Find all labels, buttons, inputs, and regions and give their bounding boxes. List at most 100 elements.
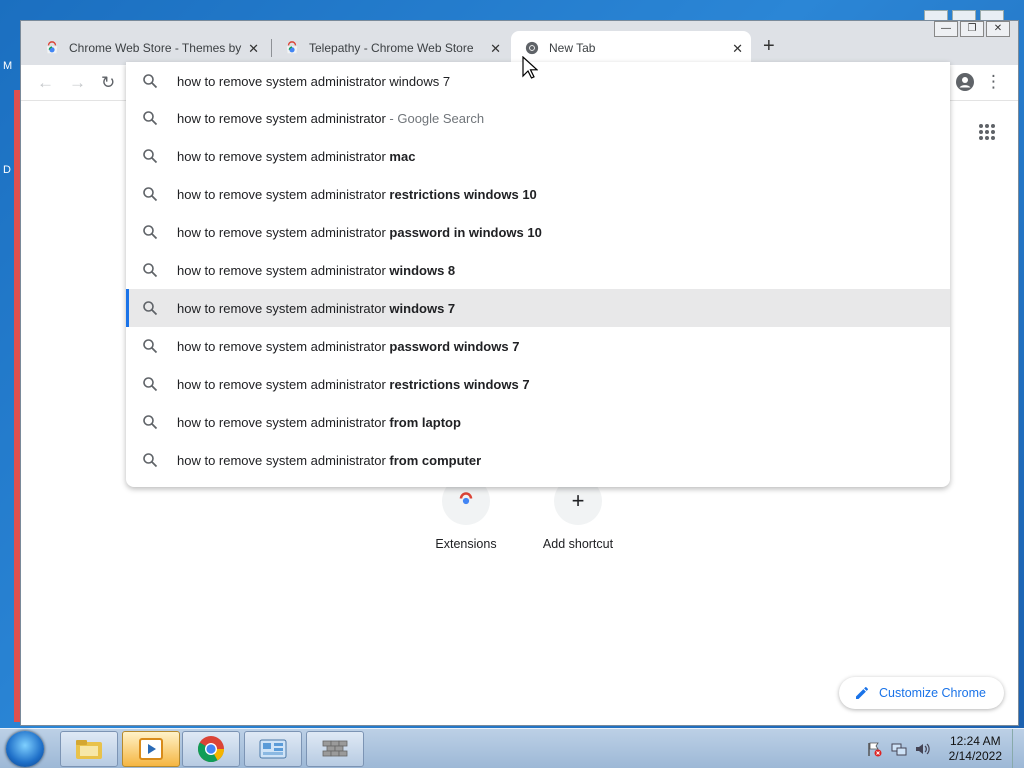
reload-icon[interactable]: ↻ — [101, 73, 115, 93]
forward-arrow-icon[interactable]: → — [69, 73, 86, 93]
omnibox-suggestion[interactable]: how to remove system administrator - Goo… — [126, 99, 950, 137]
suggestion-text: how to remove system administrator passw… — [177, 339, 519, 354]
search-icon — [143, 187, 158, 202]
taskbar-media-player[interactable] — [122, 731, 180, 767]
taskbar-chrome[interactable] — [182, 731, 240, 767]
suggestion-text: how to remove system administrator passw… — [177, 225, 542, 240]
suggestion-query: how to remove system administrator — [177, 414, 390, 430]
brick-wall-icon — [322, 740, 348, 757]
show-desktop-button[interactable] — [1012, 729, 1024, 768]
control-panel-icon — [259, 739, 287, 759]
search-icon — [143, 74, 158, 89]
clock-date: 2/14/2022 — [948, 749, 1002, 763]
back-arrow-icon[interactable]: ← — [37, 73, 54, 93]
omnibox-suggestion[interactable]: how to remove system administrator restr… — [126, 175, 950, 213]
clock-time: 12:24 AM — [949, 734, 1001, 748]
suggestion-query: how to remove system administrator — [177, 224, 390, 240]
search-icon — [143, 225, 158, 240]
new-tab-plus-icon[interactable]: + — [763, 35, 775, 58]
shortcut-label: Extensions — [435, 537, 497, 551]
suggestion-completion: windows 8 — [389, 262, 456, 278]
suggestion-text: how to remove system administrator windo… — [177, 301, 455, 316]
tab-new-tab[interactable]: New Tab ✕ — [511, 31, 751, 65]
search-icon — [143, 301, 158, 316]
desktop-icon-label-m: M — [3, 60, 13, 72]
search-icon — [143, 263, 158, 278]
suggestion-query: how to remove system administrator — [177, 186, 390, 202]
tab-title: Telepathy - Chrome Web Store — [309, 41, 474, 55]
suggestion-text: how to remove system administrator mac — [177, 149, 415, 164]
suggestion-query: how to remove system administrator — [177, 148, 390, 164]
omnibox-suggestion[interactable]: how to remove system administrator windo… — [126, 251, 950, 289]
start-button-icon[interactable] — [6, 731, 44, 767]
shortcut-label: Add shortcut — [542, 537, 614, 551]
omnibox-suggestions-dropdown: how to remove system administrator windo… — [126, 62, 950, 487]
suggestion-query: how to remove system administrator — [177, 338, 390, 354]
system-clock[interactable]: 12:24 AM 2/14/2022 — [949, 734, 1002, 764]
suggestion-text: how to remove system administrator - Goo… — [177, 111, 484, 126]
suggestion-completion: windows 7 — [389, 300, 456, 316]
suggestion-completion: restrictions windows 10 — [389, 186, 537, 202]
close-window-icon[interactable]: ✕ — [986, 21, 1010, 37]
profile-avatar-icon[interactable] — [956, 73, 974, 91]
suggestion-text: how to remove system administrator restr… — [177, 377, 530, 392]
suggestion-query: how to remove system administrator — [177, 452, 390, 468]
suggestion-completion: password windows 7 — [389, 338, 520, 354]
search-icon — [143, 339, 158, 354]
omnibox-suggestion[interactable]: how to remove system administrator windo… — [126, 289, 950, 327]
suggestion-query: how to remove system administrator — [177, 300, 390, 316]
action-center-flag-icon[interactable] — [866, 741, 882, 757]
suggestion-completion: from computer — [389, 452, 482, 468]
volume-icon[interactable] — [914, 741, 930, 757]
taskbar-control-panel[interactable] — [244, 731, 302, 767]
suggestion-text: how to remove system administrator restr… — [177, 187, 537, 202]
mouse-cursor-icon — [522, 56, 538, 79]
suggestion-query: how to remove system administrator — [177, 110, 386, 126]
minimize-icon[interactable]: — — [934, 21, 958, 37]
network-icon[interactable] — [891, 741, 907, 757]
shortcut-add[interactable]: + Add shortcut — [523, 477, 633, 551]
omnibox-suggestion[interactable]: how to remove system administrator windo… — [126, 62, 950, 100]
tab-strip: Chrome Web Store - Themes by G ✕ Telepat… — [21, 21, 1018, 65]
suggestion-completion: restrictions windows 7 — [389, 376, 530, 392]
omnibox-suggestion[interactable]: how to remove system administrator passw… — [126, 327, 950, 365]
search-icon — [143, 377, 158, 392]
customize-chrome-button[interactable]: Customize Chrome — [839, 677, 1004, 709]
tab-title: New Tab — [549, 41, 596, 55]
suggestion-text: how to remove system administrator windo… — [177, 74, 450, 89]
omnibox-suggestion[interactable]: how to remove system administrator passw… — [126, 213, 950, 251]
taskbar-explorer[interactable] — [60, 731, 118, 767]
suggestion-query: how to remove system administrator — [177, 262, 390, 278]
omnibox-suggestion[interactable]: how to remove system administrator restr… — [126, 365, 950, 403]
tab-close-icon[interactable]: ✕ — [248, 41, 259, 57]
restore-icon[interactable]: ❐ — [960, 21, 984, 37]
shortcut-extensions[interactable]: Extensions — [411, 477, 521, 551]
media-player-icon — [139, 738, 163, 760]
search-icon — [143, 111, 158, 126]
folder-icon — [76, 740, 102, 759]
tab-close-icon[interactable]: ✕ — [732, 41, 743, 57]
search-icon — [143, 453, 158, 468]
suggestion-completion: password in windows 10 — [389, 224, 542, 240]
tab-close-icon[interactable]: ✕ — [490, 41, 501, 57]
omnibox-suggestion[interactable]: how to remove system administrator from … — [126, 441, 950, 479]
suggestion-completion: - Google Search — [385, 110, 485, 126]
window-controls: — ❐ ✕ — [934, 21, 1010, 37]
tab-telepathy[interactable]: Telepathy - Chrome Web Store ✕ — [271, 31, 509, 65]
suggestion-text: how to remove system administrator windo… — [177, 263, 455, 278]
tab-title: Chrome Web Store - Themes by G — [69, 41, 243, 55]
more-menu-icon[interactable]: ⋮ — [985, 72, 1002, 92]
taskbar-firewall[interactable] — [306, 731, 364, 767]
customize-chrome-label: Customize Chrome — [879, 686, 986, 700]
suggestion-query: how to remove system administrator windo… — [177, 73, 451, 89]
omnibox-suggestion[interactable]: how to remove system administrator from … — [126, 403, 950, 441]
chrome-logo-icon — [525, 41, 539, 55]
google-apps-grid-icon[interactable] — [978, 123, 996, 141]
search-icon — [143, 149, 158, 164]
chrome-web-store-icon — [46, 41, 58, 54]
suggestion-text: how to remove system administrator from … — [177, 453, 481, 468]
tab-chrome-web-store-themes[interactable]: Chrome Web Store - Themes by G ✕ — [31, 31, 267, 65]
omnibox-suggestion[interactable]: how to remove system administrator mac — [126, 137, 950, 175]
chrome-web-store-icon — [286, 41, 298, 54]
suggestion-text: how to remove system administrator from … — [177, 415, 461, 430]
